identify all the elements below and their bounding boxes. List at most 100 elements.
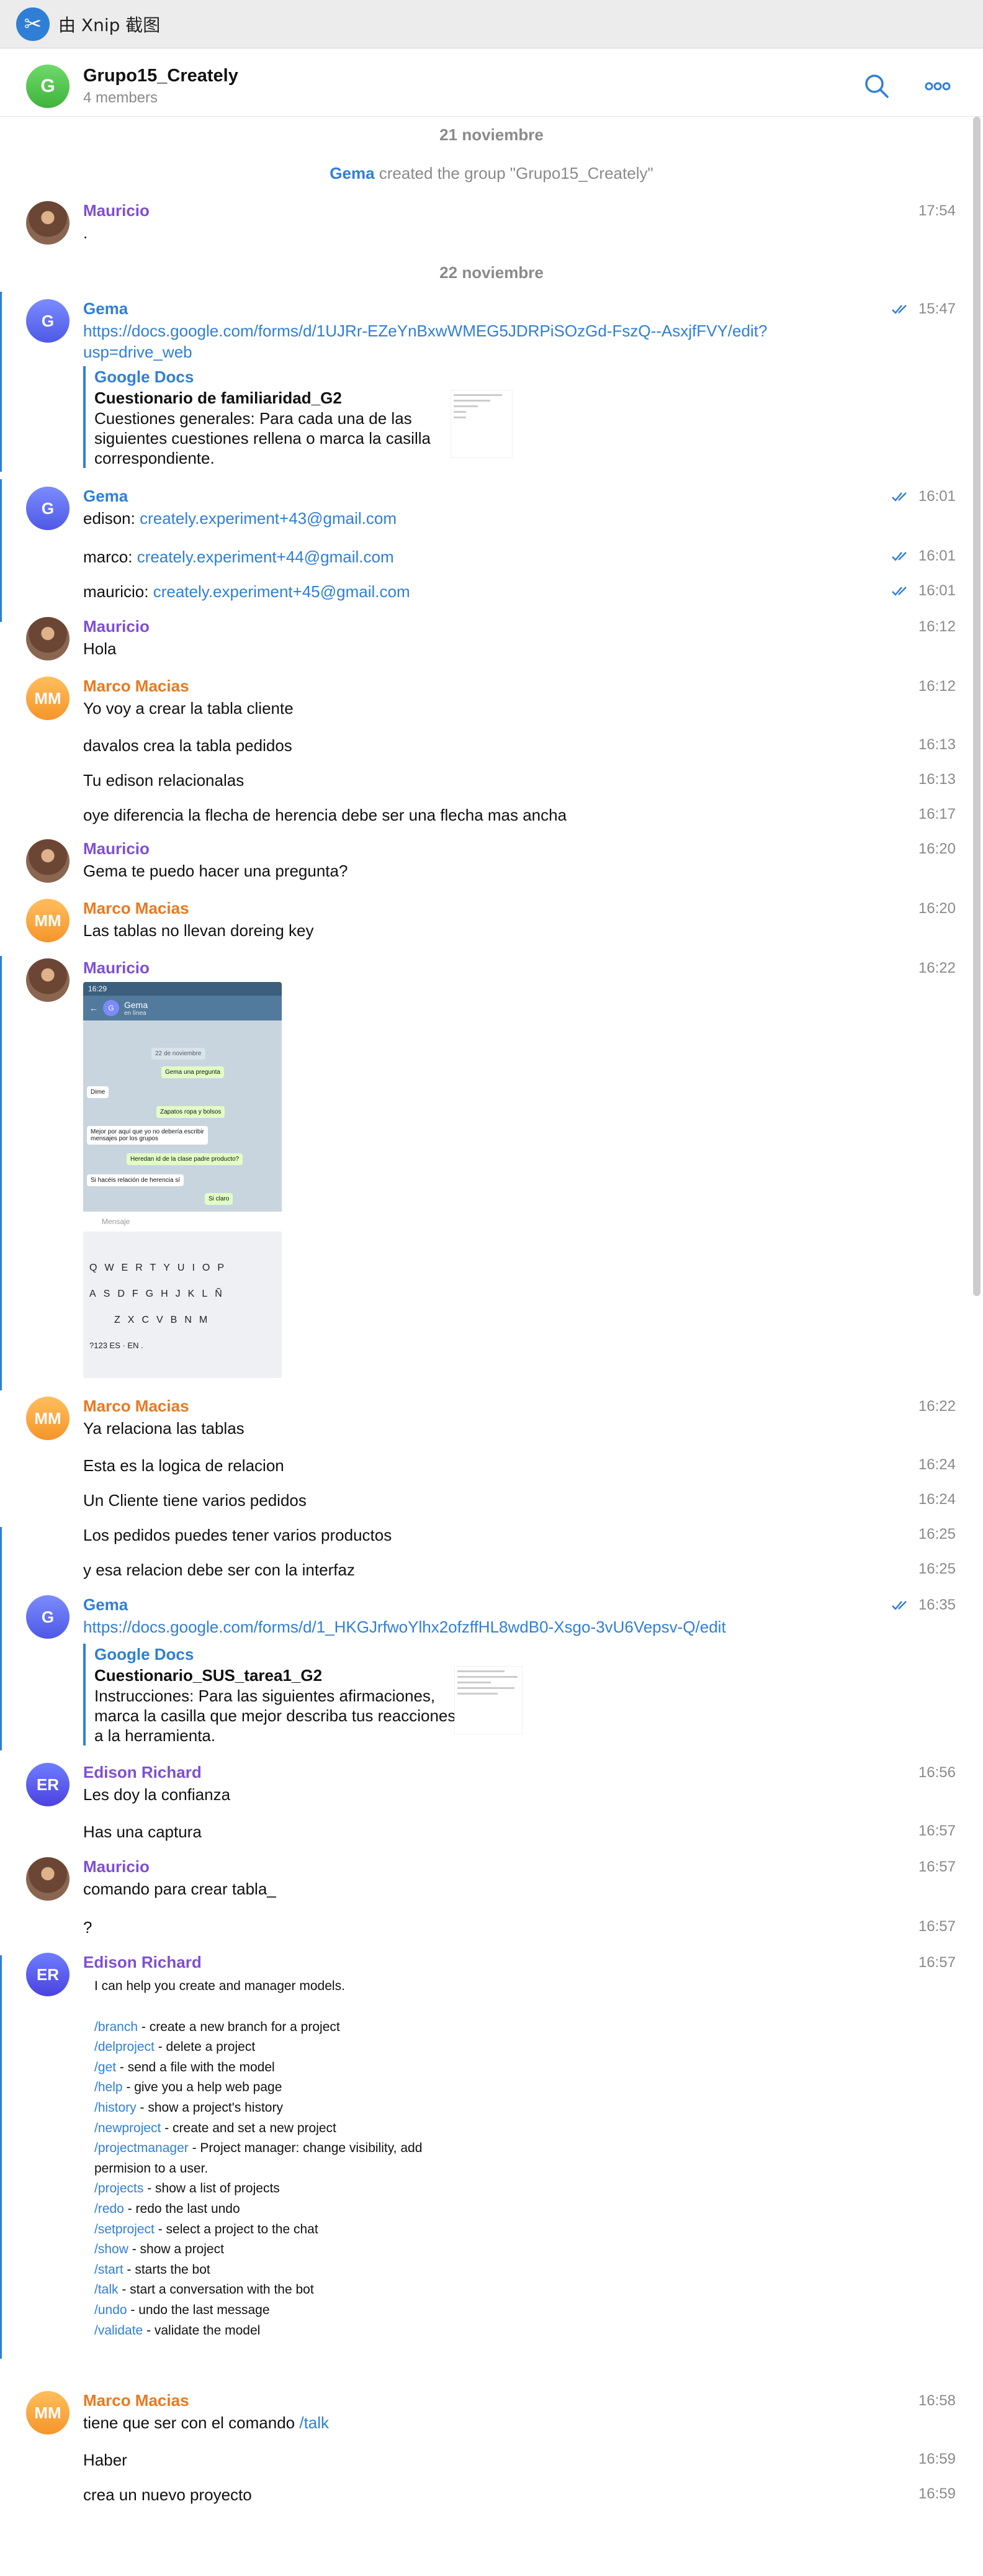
message-time: 16:20 — [918, 900, 956, 917]
command-link[interactable]: /validate — [94, 2323, 143, 2338]
keyboard-row: ?123 ES · EN . — [89, 1341, 143, 1350]
command-link[interactable]: /projects — [94, 2181, 143, 2195]
command-description: - undo the last message — [127, 2302, 270, 2317]
avatar[interactable] — [26, 958, 70, 1002]
window-title: 由 Xnip 截图 — [58, 14, 161, 35]
keyboard-row: QWERTYUIOP — [89, 1263, 232, 1273]
avatar[interactable]: G — [26, 487, 70, 530]
xnip-logo-icon: ✂ — [16, 7, 50, 41]
message-time: 16:01 — [891, 547, 956, 565]
avatar[interactable] — [26, 617, 70, 660]
message-text: Esta es la logica de relacion — [83, 1456, 284, 1475]
sender-name[interactable]: Marco Macias — [83, 2391, 189, 2410]
sender-name[interactable]: Mauricio — [83, 201, 150, 220]
command-link[interactable]: /help — [94, 2080, 123, 2094]
message-time: 16:01 — [891, 582, 956, 600]
avatar[interactable]: MM — [26, 677, 70, 720]
time-label: 16:35 — [918, 1596, 956, 1613]
command-row: /delproject - delete a project — [94, 2037, 422, 2058]
message-link[interactable]: https://docs.google.com/forms/d/1UJRr-EZ… — [83, 320, 767, 341]
sender-name[interactable]: Gema — [83, 299, 128, 318]
avatar[interactable]: MM — [26, 1397, 70, 1440]
command-link[interactable]: /get — [94, 2060, 116, 2074]
email-link[interactable]: creately.experiment+43@gmail.com — [140, 509, 397, 528]
message-link[interactable]: usp=drive_web — [83, 341, 192, 363]
message-text: comando para crear tabla_ — [83, 1880, 276, 1898]
scrollbar[interactable] — [973, 117, 981, 1296]
sender-name[interactable]: Mauricio — [83, 617, 150, 636]
command-row: /help - give you a help web page — [94, 2078, 422, 2098]
command-description: - start a conversation with the bot — [118, 2282, 314, 2297]
message-link[interactable]: https://docs.google.com/forms/d/1_HKGJrf… — [83, 1616, 726, 1637]
photo-attachment[interactable]: 16:29 ← G Gema en línea 22 de noviembre … — [83, 982, 282, 1378]
message-text: oye diferencia la flecha de herencia deb… — [83, 806, 567, 824]
message-time: 16:56 — [918, 1764, 956, 1781]
service-actor[interactable]: Gema — [330, 164, 374, 182]
sender-name[interactable]: Marco Macias — [83, 677, 189, 696]
command-link[interactable]: /talk — [94, 2282, 119, 2297]
phone-message-input: Mensaje — [83, 1212, 282, 1232]
command-link[interactable]: /talk — [299, 2413, 329, 2432]
message-text: marco: creately.experiment+44@gmail.com — [83, 546, 394, 567]
double-check-icon — [892, 552, 907, 561]
email-link[interactable]: creately.experiment+45@gmail.com — [153, 582, 410, 601]
unread-indicator — [0, 479, 2, 622]
group-avatar[interactable]: G — [26, 65, 70, 108]
avatar[interactable]: G — [26, 299, 70, 343]
command-link[interactable]: /undo — [94, 2303, 127, 2317]
sender-name[interactable]: Marco Macias — [83, 1397, 189, 1416]
sender-name[interactable]: Mauricio — [83, 839, 150, 858]
command-description: - starts the bot — [123, 2262, 210, 2277]
avatar[interactable]: MM — [26, 899, 70, 942]
member-count: 4 members — [83, 89, 158, 106]
search-icon[interactable] — [861, 71, 892, 102]
link-preview[interactable]: Google Docs Cuestionario de familiaridad… — [83, 366, 460, 468]
sender-name[interactable]: Mauricio — [83, 958, 150, 978]
message-time: 16:13 — [918, 736, 956, 754]
avatar[interactable] — [26, 839, 70, 883]
preview-site: Google Docs — [94, 1645, 194, 1664]
time-label: 15:47 — [918, 300, 956, 317]
avatar[interactable]: G — [26, 1595, 70, 1639]
command-row: /show - show a project — [94, 2240, 422, 2260]
command-link[interactable]: /newproject — [94, 2121, 161, 2135]
link-preview[interactable]: Google Docs Cuestionario_SUS_tarea1_G2 I… — [83, 1644, 460, 1745]
command-link[interactable]: /projectmanager — [94, 2141, 189, 2155]
command-link[interactable]: /setproject — [94, 2222, 155, 2236]
message-time: 16:57 — [918, 1954, 956, 1971]
message-text: Haber — [83, 2451, 127, 2469]
avatar[interactable]: MM — [26, 2391, 70, 2434]
time-label: 16:20 — [918, 840, 956, 857]
command-list: /branch - create a new branch for a proj… — [94, 2017, 422, 2341]
avatar[interactable]: ER — [26, 1953, 70, 1996]
command-link[interactable]: /branch — [94, 2020, 138, 2034]
phone-chat-status: en línea — [124, 1009, 146, 1017]
message-text: . — [83, 223, 88, 242]
avatar[interactable]: ER — [26, 1763, 70, 1806]
command-link[interactable]: /show — [94, 2242, 128, 2256]
sender-name[interactable]: Edison Richard — [83, 1763, 202, 1782]
command-row: /newproject - create and set a new proje… — [94, 2119, 422, 2139]
phone-bubble: Heredan id de la clase padre producto? — [127, 1153, 243, 1165]
command-description: - redo the last undo — [123, 2201, 240, 2216]
sender-name[interactable]: Gema — [83, 487, 128, 506]
sender-name[interactable]: Marco Macias — [83, 899, 189, 918]
command-link[interactable]: /history — [94, 2101, 137, 2115]
command-link[interactable]: /delproject — [94, 2040, 155, 2054]
sender-name[interactable]: Mauricio — [83, 1857, 150, 1876]
command-link[interactable]: /start — [94, 2263, 123, 2277]
email-link[interactable]: creately.experiment+44@gmail.com — [137, 547, 394, 566]
chat-title[interactable]: Grupo15_Creately — [83, 66, 238, 86]
phone-bubble: Si claro — [205, 1193, 233, 1205]
command-link[interactable]: /redo — [94, 2202, 124, 2216]
service-text: created the group "Grupo15_Creately" — [374, 164, 653, 182]
avatar[interactable] — [26, 201, 70, 245]
sender-name[interactable]: Edison Richard — [83, 1953, 202, 1972]
avatar[interactable] — [26, 1857, 70, 1901]
chat-header: G Grupo15_Creately 4 members — [0, 53, 983, 117]
more-options-icon[interactable] — [922, 71, 953, 102]
sender-name[interactable]: Gema — [83, 1595, 128, 1615]
message-text: Has una captura — [83, 1822, 202, 1841]
command-description: - show a project — [128, 2242, 224, 2257]
message-time: 16:59 — [918, 2451, 956, 2468]
